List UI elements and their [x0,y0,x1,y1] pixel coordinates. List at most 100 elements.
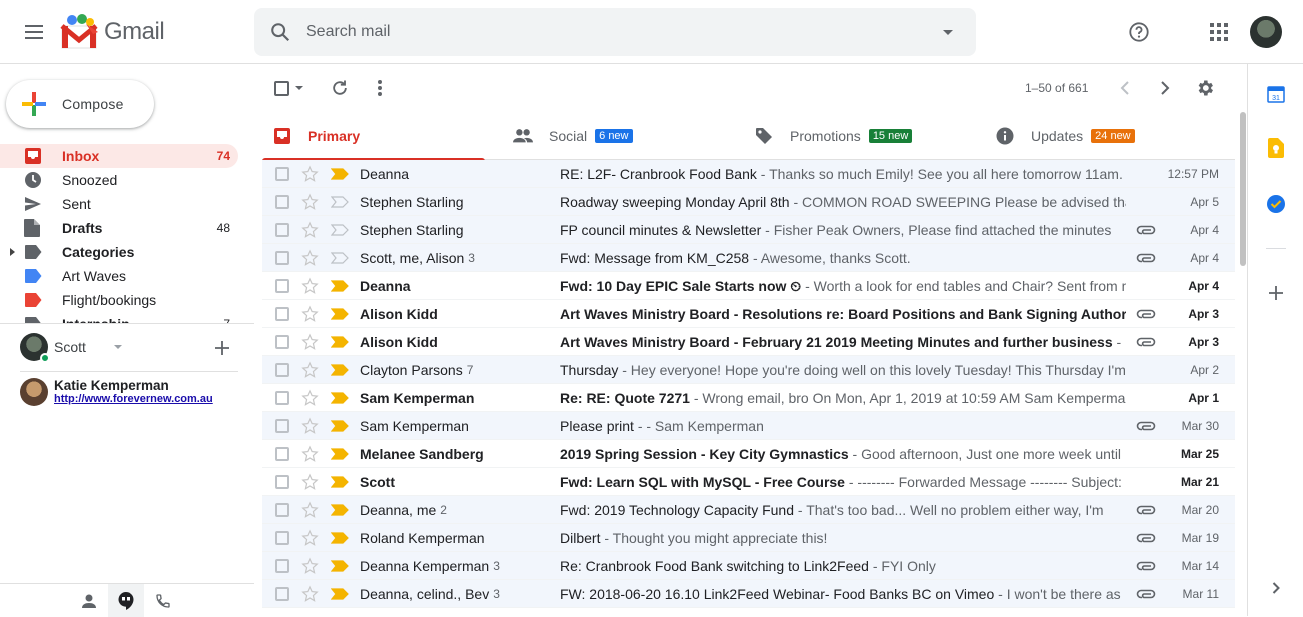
email-row[interactable]: Alison Kidd Art Waves Ministry Board - Re… [262,300,1235,328]
row-checkbox[interactable] [272,496,292,524]
star-icon[interactable] [300,468,320,496]
star-icon[interactable] [300,580,320,608]
row-checkbox[interactable] [272,188,292,216]
calendar-icon[interactable]: 31 [1256,74,1296,114]
row-checkbox[interactable] [272,580,292,608]
star-icon[interactable] [300,496,320,524]
important-marker-icon[interactable] [330,188,350,216]
row-checkbox[interactable] [272,300,292,328]
sidebar-item-sent[interactable]: Sent [0,192,238,216]
more-vert-icon[interactable] [360,68,400,108]
hangouts-contact[interactable]: Katie Kemperman http://www.forevernew.co… [20,378,238,410]
important-marker-icon[interactable] [330,356,350,384]
phone-icon[interactable] [145,584,181,617]
refresh-icon[interactable] [320,68,360,108]
email-row[interactable]: Stephen Starling Roadway sweeping Monday … [262,188,1235,216]
important-marker-icon[interactable] [330,496,350,524]
email-row[interactable]: Alison Kidd Art Waves Ministry Board - Fe… [262,328,1235,356]
chevron-right-icon[interactable] [1256,568,1296,608]
sidebar-item-inbox[interactable]: Inbox 74 [0,144,238,168]
star-icon[interactable] [300,328,320,356]
chevron-left-icon[interactable] [1105,68,1145,108]
tab-social[interactable]: Social 6 new [503,112,726,160]
settings-gear-icon[interactable] [1185,68,1225,108]
row-checkbox[interactable] [272,244,292,272]
email-row[interactable]: Deanna RE: L2F- Cranbrook Food Bank - Tha… [262,160,1235,188]
important-marker-icon[interactable] [330,552,350,580]
hangouts-user[interactable]: Scott [20,332,238,363]
important-marker-icon[interactable] [330,412,350,440]
chevron-right-icon[interactable] [1145,68,1185,108]
important-marker-icon[interactable] [330,384,350,412]
star-icon[interactable] [300,160,320,188]
important-marker-icon[interactable] [330,440,350,468]
important-marker-icon[interactable] [330,468,350,496]
row-checkbox[interactable] [272,356,292,384]
add-addon-plus-icon[interactable] [1256,273,1296,313]
account-avatar[interactable] [1250,16,1282,48]
search-options-icon[interactable] [920,29,976,35]
person-icon[interactable] [71,584,107,617]
sidebar-item-snoozed[interactable]: Snoozed [0,168,238,192]
star-icon[interactable] [300,244,320,272]
apps-grid-icon[interactable] [1199,12,1239,52]
email-row[interactable]: Deanna, celind., Bev 3 FW: 2018-06-20 16.1… [262,580,1235,608]
important-marker-icon[interactable] [330,328,350,356]
select-all-checkbox[interactable] [262,68,314,108]
keep-notes-icon[interactable] [1256,128,1296,168]
star-icon[interactable] [300,440,320,468]
email-row[interactable]: Deanna Kemperman 3 Re: Cranbrook Food Bank… [262,552,1235,580]
new-conversation-plus-icon[interactable] [210,336,234,360]
search-icon[interactable] [254,21,306,43]
tab-promotions[interactable]: Promotions 15 new [744,112,967,160]
sidebar-item-art-waves[interactable]: Art Waves [0,264,238,288]
email-row[interactable]: Scott, me, Alison 3 Fwd: Message from KM_C… [262,244,1235,272]
main-menu-button[interactable] [14,12,54,52]
row-checkbox[interactable] [272,440,292,468]
row-checkbox[interactable] [272,160,292,188]
search-input[interactable] [306,8,920,56]
star-icon[interactable] [300,216,320,244]
important-marker-icon[interactable] [330,160,350,188]
email-row[interactable]: Sam Kemperman Re: RE: Quote 7271 - Wrong … [262,384,1235,412]
star-icon[interactable] [300,188,320,216]
important-marker-icon[interactable] [330,524,350,552]
star-icon[interactable] [300,524,320,552]
row-checkbox[interactable] [272,216,292,244]
important-marker-icon[interactable] [330,244,350,272]
star-icon[interactable] [300,384,320,412]
row-checkbox[interactable] [272,524,292,552]
tab-updates[interactable]: Updates 24 new [985,112,1208,160]
email-row[interactable]: Scott Fwd: Learn SQL with MySQL - Free Co… [262,468,1235,496]
contact-status-link[interactable]: http://www.forevernew.com.au [54,393,213,405]
important-marker-icon[interactable] [330,300,350,328]
email-row[interactable]: Stephen Starling FP council minutes & New… [262,216,1235,244]
gmail-logo[interactable]: Gmail [60,12,165,52]
tasks-icon[interactable] [1256,184,1296,224]
tab-primary[interactable]: Primary [262,112,485,161]
email-row[interactable]: Clayton Parsons 7 Thursday - Hey everyone!… [262,356,1235,384]
scrollbar-thumb[interactable] [1240,112,1246,266]
hangouts-icon[interactable] [108,584,144,617]
row-checkbox[interactable] [272,328,292,356]
compose-button[interactable]: Compose [6,80,154,128]
expand-arrow-icon[interactable] [10,248,15,256]
row-checkbox[interactable] [272,468,292,496]
row-checkbox[interactable] [272,412,292,440]
star-icon[interactable] [300,552,320,580]
sidebar-item-drafts[interactable]: Drafts 48 [0,216,238,240]
sidebar-item-flight-bookings[interactable]: Flight/bookings [0,288,238,312]
important-marker-icon[interactable] [330,580,350,608]
email-row[interactable]: Melanee Sandberg 2019 Spring Session - Ke… [262,440,1235,468]
star-icon[interactable] [300,356,320,384]
row-checkbox[interactable] [272,384,292,412]
email-row[interactable]: Deanna Fwd: 10 Day EPIC Sale Starts now ⏲… [262,272,1235,300]
important-marker-icon[interactable] [330,272,350,300]
email-row[interactable]: Deanna, me 2 Fwd: 2019 Technology Capacity… [262,496,1235,524]
star-icon[interactable] [300,272,320,300]
row-checkbox[interactable] [272,272,292,300]
help-icon[interactable] [1119,12,1159,52]
star-icon[interactable] [300,300,320,328]
sidebar-item-categories[interactable]: Categories [0,240,238,264]
email-row[interactable]: Roland Kemperman Dilbert - Thought you mi… [262,524,1235,552]
